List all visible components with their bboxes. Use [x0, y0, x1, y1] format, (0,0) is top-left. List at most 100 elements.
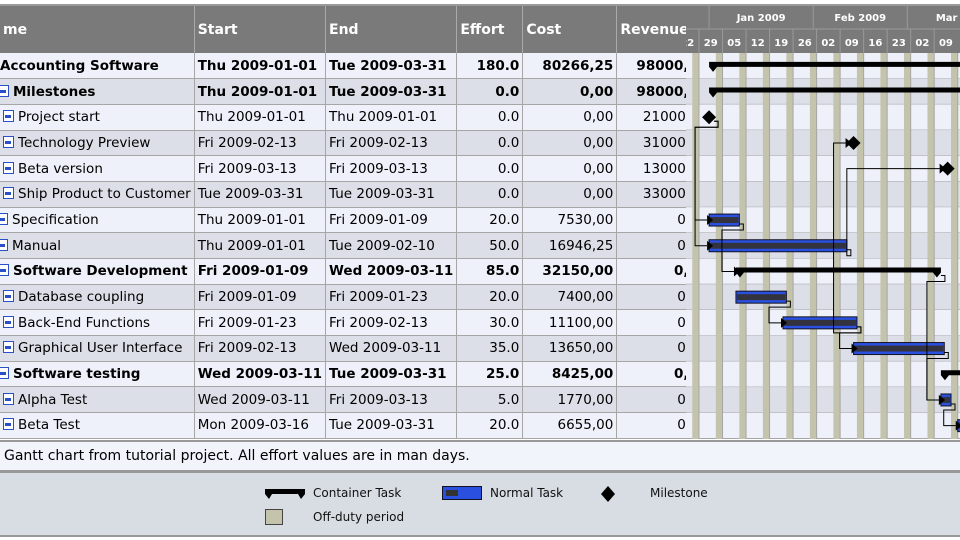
cell-start: Fri 2009-01-09	[194, 284, 327, 311]
table-row[interactable]: Beta version Fri 2009-03-13 Fri 2009-03-13…	[0, 155, 712, 182]
column-header-0[interactable]: me	[0, 6, 195, 53]
cell-effort: 50.0	[456, 232, 524, 259]
cell-effort: 20.0	[456, 284, 524, 311]
cell-name: Ship Product to Customer	[0, 181, 195, 208]
table-row[interactable]: Software testing Wed 2009-03-11 Tue 2009-0…	[0, 361, 712, 388]
cell-effort: 0.0	[456, 130, 524, 157]
week-label: 09	[845, 38, 859, 49]
legend: Container Task Normal Task Milestone Off…	[0, 473, 960, 537]
offduty-period	[927, 53, 935, 439]
cell-text: Wed 2009-03-11	[329, 340, 442, 357]
cell-text: 0,00	[583, 134, 614, 151]
table-row[interactable]: Project start Thu 2009-01-01 Thu 2009-01-0…	[0, 104, 712, 131]
cell-effort: 0.0	[456, 78, 524, 105]
gantt-svg: Jan 2009 Feb 2009 Mar 22 29 05 12 19 26 02 09 16 23 0…	[686, 6, 960, 439]
table-row[interactable]: Graphical User Interface Fri 2009-02-13 We…	[0, 335, 712, 362]
cell-text: Thu 2009-01-01	[329, 109, 438, 126]
cell-text: Tue 2009-03-31	[329, 186, 435, 203]
milestone-legend-icon	[601, 486, 615, 502]
table-row[interactable]: Accounting Software Thu 2009-01-01 Tue 200…	[0, 53, 712, 80]
cell-text: Tue 2009-03-31	[329, 83, 447, 100]
task-icon	[3, 315, 14, 328]
cell-text: Graphical User Interface	[18, 340, 183, 357]
chart-row-bg	[686, 104, 960, 131]
cell-effort: 20.0	[456, 207, 524, 234]
cell-name: Back-End Functions	[0, 309, 195, 337]
cell-effort: 30.0	[456, 309, 524, 337]
column-header-3[interactable]: Effort	[456, 6, 524, 53]
table-row[interactable]: Database coupling Fri 2009-01-09 Fri 2009-…	[0, 284, 712, 311]
cell-cost: 7530,00	[522, 207, 618, 234]
legend-container-label: Container Task	[313, 486, 402, 500]
cell-end: Fri 2009-03-13	[325, 386, 458, 414]
week-label: 23	[892, 38, 906, 49]
footer-caption: Gantt chart from tutorial project. All e…	[0, 440, 960, 473]
cell-text: 85.0	[486, 263, 520, 280]
table-row[interactable]: Ship Product to Customer Tue 2009-03-31 Tu…	[0, 181, 712, 208]
cell-text: Thu 2009-01-01	[197, 237, 306, 254]
cell-end: Tue 2009-03-31	[325, 361, 458, 388]
cell-text: Fri 2009-01-23	[197, 314, 297, 331]
cell-text: 7530,00	[557, 211, 614, 228]
cell-cost: 11100,00	[522, 309, 618, 337]
cell-effort: 25.0	[456, 361, 524, 388]
column-header-4[interactable]: Cost	[522, 6, 618, 53]
cell-name: Beta version	[0, 155, 195, 182]
cell-name: Milestones	[0, 78, 195, 105]
cell-effort: 5.0	[456, 386, 524, 414]
cell-name: Graphical User Interface	[0, 335, 195, 362]
cell-start: Wed 2009-03-11	[194, 361, 327, 388]
task-progress	[854, 345, 944, 352]
task-icon	[3, 341, 14, 354]
cell-start: Thu 2009-01-01	[194, 232, 327, 259]
cell-text: 6655,00	[557, 417, 614, 434]
task-icon	[3, 110, 14, 123]
cell-end: Tue 2009-02-10	[325, 232, 458, 259]
cell-text: Wed 2009-03-11	[329, 263, 454, 280]
cell-end: Fri 2009-01-09	[325, 207, 458, 234]
cell-text: Accounting Software	[0, 57, 159, 74]
cell-cost: 0,00	[522, 155, 618, 182]
cell-cost: 6655,00	[522, 412, 618, 439]
table-row[interactable]: Back-End Functions Fri 2009-01-23 Fri 2009…	[0, 309, 712, 337]
table-row[interactable]: Technology Preview Fri 2009-02-13 Fri 2009…	[0, 130, 712, 157]
table-row[interactable]: Software Development Fri 2009-01-09 Wed 20…	[0, 258, 712, 285]
gantt-chart: Jan 2009 Feb 2009 Mar 22 29 05 12 19 26 02 09 16 23 0…	[686, 6, 960, 439]
cell-text: Thu 2009-01-01	[197, 211, 306, 228]
offduty-period	[903, 53, 911, 439]
column-header-1[interactable]: Start	[194, 6, 327, 53]
table-row[interactable]: Beta Test Mon 2009-03-16 Tue 2009-03-31 20.…	[0, 412, 712, 439]
cell-cost: 8425,00	[522, 361, 618, 388]
task-icon	[3, 418, 14, 431]
cell-start: Tue 2009-03-31	[194, 181, 327, 208]
cell-text: 50.0	[489, 237, 520, 254]
cell-text: Alpha Test	[18, 391, 88, 408]
cell-text: Tue 2009-03-31	[329, 366, 447, 383]
table-row[interactable]: Manual Thu 2009-01-01 Tue 2009-02-10 50.0 16…	[0, 232, 712, 259]
cell-text: Fri 2009-01-09	[197, 289, 297, 306]
cell-text: Fri 2009-02-13	[197, 134, 297, 151]
cell-cost: 0,00	[522, 130, 618, 157]
table-row[interactable]: Milestones Thu 2009-01-01 Tue 2009-03-31 0.…	[0, 78, 712, 105]
cell-text: 35.0	[489, 340, 520, 357]
cell-text: 0,00	[583, 160, 614, 177]
cell-text: Fri 2009-02-13	[329, 314, 428, 331]
table-row[interactable]: Alpha Test Wed 2009-03-11 Fri 2009-03-13 5.…	[0, 386, 712, 414]
cell-start: Fri 2009-02-13	[194, 335, 327, 362]
month-label: Feb 2009	[834, 13, 886, 24]
cell-effort: 20.0	[456, 412, 524, 439]
week-label: 29	[704, 38, 718, 49]
column-header-2[interactable]: End	[325, 6, 458, 53]
cell-text: Thu 2009-01-01	[197, 109, 306, 126]
week-label: 16	[868, 38, 882, 49]
cell-text: 1770,00	[557, 391, 614, 408]
table-row[interactable]: Specification Thu 2009-01-01 Fri 2009-01-0…	[0, 207, 712, 234]
container-task-legend-icon	[265, 489, 305, 499]
cell-text: Beta version	[18, 160, 103, 177]
cell-text: Software testing	[13, 366, 141, 383]
task-icon	[3, 392, 14, 405]
cell-start: Thu 2009-01-01	[194, 78, 327, 105]
task-icon	[3, 290, 14, 303]
cell-text: Thu 2009-01-01	[197, 57, 318, 74]
cell-text: 11100,00	[548, 314, 614, 331]
